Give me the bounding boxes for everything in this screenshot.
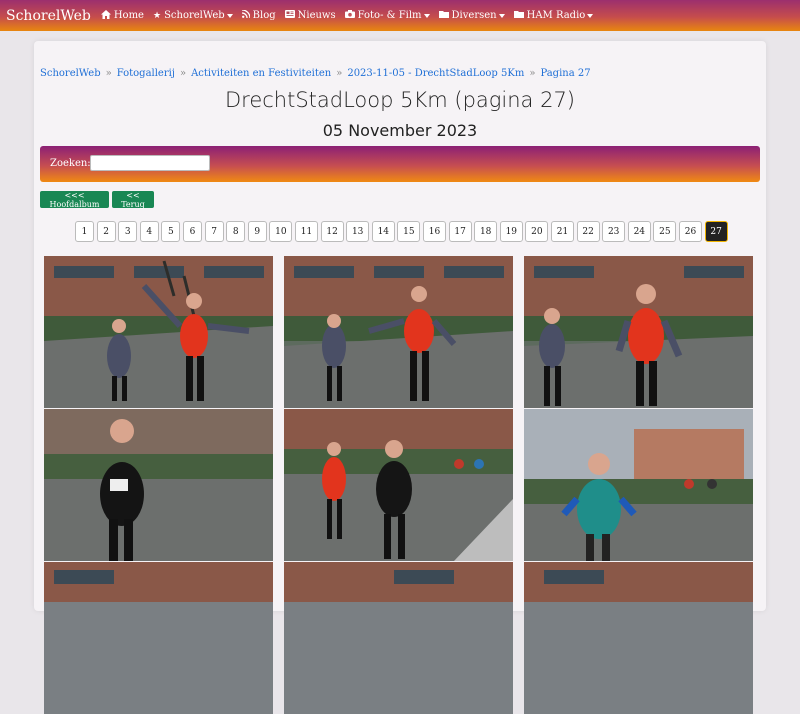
chevron-down-icon	[587, 13, 594, 18]
photo-thumbnail[interactable]	[524, 562, 753, 714]
star-icon: ★	[152, 10, 162, 21]
folder-icon	[513, 10, 524, 21]
breadcrumb-item[interactable]: Fotogallerij	[117, 68, 175, 79]
folder-icon	[438, 10, 449, 21]
page-link[interactable]: 13	[346, 221, 370, 242]
photo-thumbnail[interactable]	[524, 256, 753, 408]
search-input[interactable]	[90, 155, 210, 171]
breadcrumb-separator: »	[336, 68, 343, 79]
breadcrumb-item[interactable]: SchorelWeb	[40, 68, 101, 79]
search-bar: Zoeken:	[40, 146, 760, 182]
breadcrumb-item[interactable]: Activiteiten en Festiviteiten	[191, 68, 331, 79]
page-link[interactable]: 3	[118, 221, 138, 242]
page-link-active[interactable]: 27	[704, 221, 728, 242]
chevron-down-icon	[226, 13, 233, 18]
page-link[interactable]: 1	[75, 221, 94, 242]
photo-thumbnail[interactable]	[44, 562, 273, 714]
brand-logo[interactable]: SchorelWeb	[6, 8, 91, 24]
nav-nieuws-label: Nieuws	[297, 10, 336, 21]
page-link[interactable]: 6	[183, 221, 202, 242]
nav-ham-radio-label: HAM Radio	[526, 10, 586, 21]
nav-schorelweb-label: SchorelWeb	[164, 10, 225, 21]
breadcrumb-separator: »	[105, 68, 112, 79]
nav-diversen-label: Diversen	[451, 10, 497, 21]
photo-thumbnail[interactable]	[284, 562, 513, 714]
photo-thumbnail[interactable]	[284, 409, 513, 561]
main-album-button[interactable]: <<< Hoofdalbum	[40, 191, 109, 209]
breadcrumb-item[interactable]: 2023-11-05 - DrechtStadLoop 5Km	[347, 68, 524, 79]
photo-thumbnail[interactable]	[44, 409, 273, 561]
camera-icon	[344, 10, 355, 21]
photo-thumbnail[interactable]	[44, 256, 273, 408]
newspaper-icon	[284, 10, 295, 21]
breadcrumb-current[interactable]: Pagina 27	[540, 68, 590, 79]
home-icon	[100, 9, 111, 22]
page-link[interactable]: 7	[204, 221, 224, 242]
top-navbar: SchorelWeb Home ★ SchorelWeb Blog Nieuws…	[0, 0, 800, 31]
nav-foto-film[interactable]: Foto- & Film	[344, 10, 430, 21]
page-link[interactable]: 9	[247, 221, 267, 242]
page-link[interactable]: 20	[525, 221, 549, 242]
page-link[interactable]: 12	[320, 221, 344, 242]
breadcrumb-separator: »	[529, 68, 536, 79]
nav-blog[interactable]: Blog	[241, 9, 276, 21]
page-link[interactable]: 18	[474, 221, 498, 242]
photo-thumbnail[interactable]	[284, 256, 513, 408]
nav-ham-radio[interactable]: HAM Radio	[513, 10, 594, 21]
page-link[interactable]: 16	[423, 221, 446, 242]
page-link[interactable]: 2	[96, 221, 116, 242]
nav-schorelweb[interactable]: ★ SchorelWeb	[153, 10, 233, 21]
page-link[interactable]: 14	[371, 221, 395, 242]
content-card: SchorelWeb » Fotogallerij » Activiteiten en …	[34, 41, 766, 714]
page-link[interactable]: 10	[269, 221, 293, 242]
nav-nieuws[interactable]: Nieuws	[284, 10, 336, 21]
page-link[interactable]: 4	[139, 221, 159, 242]
page-link[interactable]: 23	[602, 221, 626, 242]
page-link[interactable]: 19	[499, 221, 523, 242]
page-title: DrechtStadLoop 5Km (pagina 27)	[224, 88, 575, 112]
chevron-down-icon	[423, 13, 430, 18]
nav-blog-label: Blog	[252, 10, 276, 21]
page-link[interactable]: 8	[226, 221, 246, 242]
photo-thumbnail[interactable]	[524, 409, 753, 561]
page-link[interactable]: 25	[653, 221, 677, 242]
back-button[interactable]: << Terug	[112, 191, 154, 209]
page-link[interactable]: 11	[295, 221, 318, 242]
page-link[interactable]: 22	[576, 221, 600, 242]
breadcrumb-separator: »	[179, 68, 187, 79]
page-link[interactable]: 15	[397, 221, 421, 242]
chevron-down-icon	[498, 13, 505, 18]
nav-home-label: Home	[113, 10, 144, 21]
page-date: 05 November 2023	[322, 121, 478, 140]
page-link[interactable]: 17	[448, 221, 472, 242]
page-link[interactable]: 24	[627, 221, 651, 242]
page-link[interactable]: 21	[551, 221, 574, 242]
nav-diversen[interactable]: Diversen	[438, 10, 505, 21]
rss-icon	[241, 9, 251, 21]
nav-home[interactable]: Home	[100, 9, 144, 22]
breadcrumb: SchorelWeb » Fotogallerij » Activiteiten en …	[40, 68, 591, 79]
nav-foto-film-label: Foto- & Film	[357, 10, 422, 21]
page-link[interactable]: 26	[679, 221, 702, 242]
search-label: Zoeken:	[50, 158, 91, 169]
page-link[interactable]: 5	[161, 221, 181, 242]
